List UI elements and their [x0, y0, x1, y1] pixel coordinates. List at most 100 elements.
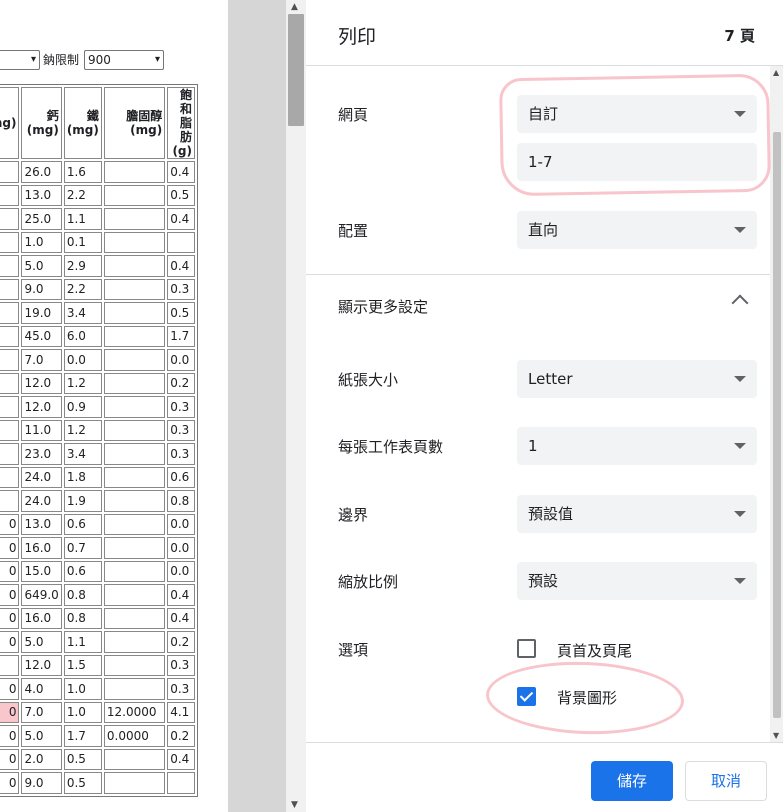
table-cell: 649.0 — [21, 584, 62, 606]
table-cell: 0.3 — [167, 396, 195, 418]
scroll-up-icon[interactable]: ▲ — [291, 2, 298, 12]
dialog-scrollbar-thumb[interactable] — [773, 132, 781, 718]
pages-select[interactable]: 自訂 — [517, 95, 757, 133]
column-header: mg) — [0, 87, 20, 159]
table-cell — [103, 302, 166, 324]
table-row: 12.0 1.5 0.3 — [0, 654, 195, 676]
table-cell: 0.8 — [167, 490, 195, 512]
table-cell: 0.5 — [63, 772, 102, 794]
table-cell: 0.3 — [167, 443, 195, 465]
chevron-down-icon — [734, 578, 746, 584]
table-cell: 0.4 — [167, 748, 195, 770]
headers-footers-checkbox[interactable] — [517, 639, 536, 658]
table-cell: 3.4 — [63, 302, 102, 324]
background-graphics-checkbox[interactable] — [517, 687, 536, 706]
chevron-up-icon[interactable] — [731, 294, 749, 312]
table-cell — [103, 537, 166, 559]
more-settings-toggle[interactable]: 顯示更多設定 — [338, 296, 428, 317]
table-cell: 0.2 — [167, 725, 195, 747]
margins-label: 邊界 — [338, 506, 369, 524]
table-cell: 0.3 — [167, 278, 195, 300]
table-cell: 16.0 — [21, 537, 62, 559]
table-cell: 5.0 — [21, 725, 62, 747]
pages-per-sheet-select[interactable]: 1 — [517, 427, 757, 465]
layout-select[interactable]: 直向 — [517, 211, 757, 249]
chevron-down-icon — [734, 376, 746, 382]
preview-scrollbar-thumb[interactable] — [288, 14, 304, 126]
table-cell: 1.9 — [63, 490, 102, 512]
table-cell: 0.0 — [167, 513, 195, 535]
table-cell: 0.0 — [167, 560, 195, 582]
table-cell: 0.0 — [167, 537, 195, 559]
table-row: 11.0 1.2 0.3 — [0, 419, 195, 441]
cancel-button[interactable]: 取消 — [685, 761, 767, 801]
table-cell: 24.0 — [21, 466, 62, 488]
dialog-scrollbar[interactable]: ▲ ▼ — [770, 66, 783, 742]
paper-size-label: 紙張大小 — [338, 371, 399, 389]
table-cell — [0, 372, 20, 394]
column-header-calcium: 鈣 (mg) — [21, 87, 62, 159]
scroll-up-icon[interactable]: ▲ — [773, 68, 779, 77]
table-cell: 24.0 — [21, 490, 62, 512]
table-cell: 0 — [0, 607, 20, 629]
headers-footers-label[interactable]: 頁首及頁尾 — [557, 640, 632, 661]
table-cell: 0 — [0, 701, 20, 723]
table-cell: 0 — [0, 560, 20, 582]
table-cell: 0.4 — [167, 208, 195, 230]
table-cell: 9.0 — [21, 772, 62, 794]
chevron-down-icon: ▾ — [154, 54, 160, 65]
page-range-input[interactable]: 1-7 — [517, 143, 757, 181]
table-row: 9.0 2.2 0.3 — [0, 278, 195, 300]
table-cell — [103, 584, 166, 606]
scroll-down-icon[interactable]: ▼ — [773, 731, 779, 740]
table-row: 0 2.0 0.5 0.4 — [0, 748, 195, 770]
save-button[interactable]: 儲存 — [591, 761, 673, 801]
nutrition-table: mg) 鈣 (mg) 鐵 (mg) 膽固醇 (mg) 飽和 脂肪 (g) 26.… — [0, 84, 198, 797]
dialog-header: 列印 7 頁 — [306, 0, 783, 66]
table-cell: 2.0 — [21, 748, 62, 770]
table-cell — [103, 443, 166, 465]
paper-size-select[interactable]: Letter — [517, 360, 757, 398]
table-cell — [103, 208, 166, 230]
table-cell: 0.4 — [167, 161, 195, 183]
sodium-limit-value: 900 — [88, 53, 111, 67]
table-cell — [103, 772, 166, 794]
table-row: 0 5.0 1.7 0.0000 0.2 — [0, 725, 195, 747]
filter-select[interactable]: ▾ — [0, 50, 40, 70]
table-cell: 0 — [0, 772, 20, 794]
table-row: 19.0 3.4 0.5 — [0, 302, 195, 324]
table-cell — [103, 631, 166, 653]
table-cell: 1.8 — [63, 466, 102, 488]
table-cell: 0 — [0, 631, 20, 653]
margins-select[interactable]: 預設值 — [517, 495, 757, 533]
layout-label: 配置 — [338, 222, 369, 240]
sodium-limit-select[interactable]: 900 ▾ — [84, 50, 164, 70]
column-header-text: 鈣 (mg) — [26, 109, 59, 137]
table-cell: 1.7 — [63, 725, 102, 747]
background-graphics-label[interactable]: 背景圖形 — [557, 687, 617, 708]
table-cell: 1.6 — [63, 161, 102, 183]
scale-select[interactable]: 預設 — [517, 562, 757, 600]
table-cell — [167, 772, 195, 794]
table-row: 25.0 1.1 0.4 — [0, 208, 195, 230]
chevron-down-icon — [734, 511, 746, 517]
preview-scrollbar[interactable]: ▲ ▼ — [286, 0, 306, 812]
table-cell: 0.0 — [63, 349, 102, 371]
table-cell: 12.0 — [21, 372, 62, 394]
table-cell: 4.0 — [21, 678, 62, 700]
table-cell: 1.7 — [167, 325, 195, 347]
chevron-down-icon — [734, 111, 746, 117]
scroll-down-icon[interactable]: ▼ — [291, 800, 298, 810]
table-cell: 0.1 — [63, 231, 102, 253]
table-cell — [0, 419, 20, 441]
table-cell: 26.0 — [21, 161, 62, 183]
table-cell: 5.0 — [21, 631, 62, 653]
table-cell: 1.2 — [63, 419, 102, 441]
pages-label: 網頁 — [338, 106, 369, 124]
table-cell — [0, 184, 20, 206]
table-cell: 15.0 — [21, 560, 62, 582]
scale-value: 預設 — [528, 572, 559, 590]
table-cell: 0.6 — [63, 560, 102, 582]
table-cell: 1.1 — [63, 208, 102, 230]
table-row: 0 16.0 0.7 0.0 — [0, 537, 195, 559]
